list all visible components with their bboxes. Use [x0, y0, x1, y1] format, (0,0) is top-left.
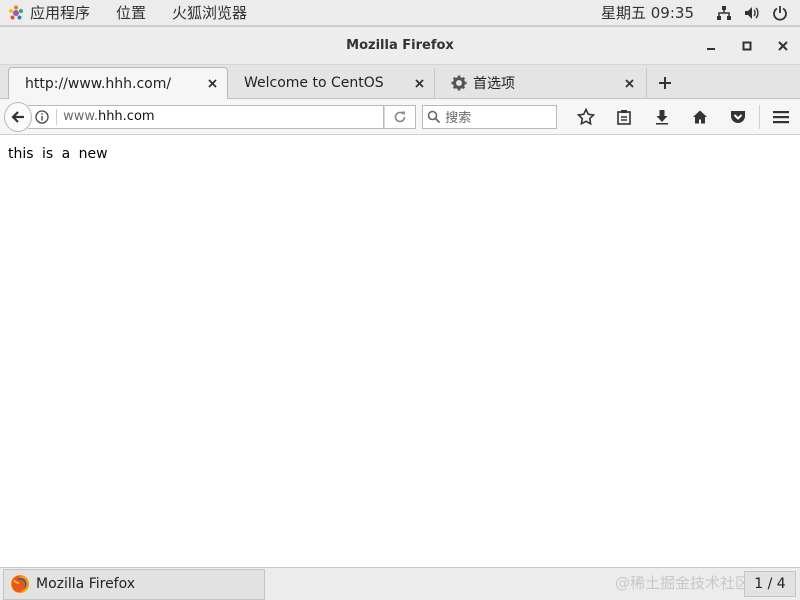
toolbar-divider — [759, 104, 760, 129]
site-info-button[interactable] — [28, 109, 56, 124]
window-titlebar[interactable]: Mozilla Firefox — [0, 27, 800, 65]
url-text[interactable]: www.hhh.com — [57, 109, 154, 124]
taskbar-item-label: Mozilla Firefox — [36, 576, 136, 592]
places-menu[interactable]: 位置 — [102, 0, 158, 25]
navigation-toolbar: www.hhh.com 搜索 — [0, 99, 800, 135]
firefox-icon — [11, 575, 29, 593]
tab-label: http://www.hhh.com/ — [25, 75, 172, 92]
clock[interactable]: 星期五 09:35 — [601, 2, 694, 23]
pocket-icon — [731, 110, 745, 123]
url-prefix: www. — [63, 109, 98, 124]
tab-welcome-centos[interactable]: Welcome to CentOS — [228, 68, 434, 98]
close-window-button[interactable] — [776, 39, 790, 53]
close-icon — [414, 78, 424, 88]
watermark: @稀土掘金技术社区 — [614, 574, 750, 592]
search-input[interactable]: 搜索 — [422, 104, 557, 129]
back-button[interactable] — [4, 101, 33, 132]
tab-preferences[interactable]: 首选项 — [434, 68, 644, 98]
maximize-button[interactable] — [740, 39, 754, 53]
workspace-switcher[interactable]: 1 / 4 — [744, 571, 796, 597]
reload-icon — [395, 111, 406, 122]
open-menu-button[interactable] — [762, 102, 800, 132]
applications-label: 应用程序 — [30, 4, 91, 22]
home-icon — [693, 110, 707, 123]
tab-close-button[interactable] — [622, 76, 636, 90]
close-icon — [207, 79, 217, 88]
firefox-app-menu[interactable]: 火狐浏览器 — [158, 0, 259, 25]
bookmarks-list-button[interactable] — [605, 102, 643, 132]
star-icon — [577, 107, 595, 125]
reload-button[interactable] — [384, 104, 417, 129]
top-panel: 应用程序 位置 火狐浏览器 星期五 09:35 — [0, 0, 800, 26]
home-button[interactable] — [681, 102, 719, 132]
taskbar-firefox-item[interactable]: Mozilla Firefox — [3, 568, 265, 600]
downloads-button[interactable] — [643, 102, 681, 132]
new-tab-button[interactable] — [646, 68, 682, 98]
gear-icon — [451, 75, 467, 91]
plus-icon — [658, 77, 671, 89]
tab-hhh[interactable]: http://www.hhh.com/ — [8, 67, 228, 99]
clipboard-icon — [617, 109, 631, 125]
download-arrow-icon — [656, 109, 668, 124]
gnome-foot-icon — [9, 5, 23, 19]
maximize-icon — [742, 41, 752, 50]
workspace-label: 1 / 4 — [754, 576, 786, 592]
tab-close-button[interactable] — [205, 77, 219, 91]
page-body-text: this is a new — [8, 146, 108, 162]
firefox-window: Mozilla Firefox http://www.hhh.com/ Welc… — [0, 26, 800, 569]
minimize-button[interactable] — [704, 39, 718, 53]
tab-label: Welcome to CentOS — [244, 75, 384, 91]
window-title: Mozilla Firefox — [346, 38, 454, 53]
page-content: this is a new — [0, 136, 800, 569]
pocket-button[interactable] — [719, 102, 757, 132]
power-icon — [773, 5, 787, 21]
info-icon — [35, 109, 49, 124]
places-label: 位置 — [116, 4, 147, 22]
url-bar[interactable]: www.hhh.com — [28, 104, 385, 129]
arrow-left-icon — [11, 110, 25, 123]
search-placeholder: 搜索 — [445, 111, 472, 126]
tab-label: 首选项 — [473, 76, 515, 92]
tab-close-button[interactable] — [412, 76, 426, 90]
toolbar-icons — [567, 102, 800, 132]
applications-menu[interactable]: 应用程序 — [0, 0, 102, 25]
volume-icon — [745, 6, 759, 19]
bookmark-button[interactable] — [567, 102, 605, 132]
bottom-taskbar: Mozilla Firefox @稀土掘金技术社区 1 / 4 — [0, 567, 800, 600]
minimize-icon — [707, 47, 715, 50]
firefox-app-label: 火狐浏览器 — [172, 4, 248, 22]
close-icon — [778, 40, 788, 51]
system-tray[interactable] — [716, 5, 788, 21]
close-icon — [624, 78, 634, 88]
tab-strip: http://www.hhh.com/ Welcome to CentOS 首选… — [0, 65, 800, 99]
search-icon — [427, 110, 441, 123]
network-icon — [717, 5, 731, 20]
url-domain: hhh.com — [97, 109, 155, 124]
hamburger-menu-icon — [773, 110, 789, 123]
